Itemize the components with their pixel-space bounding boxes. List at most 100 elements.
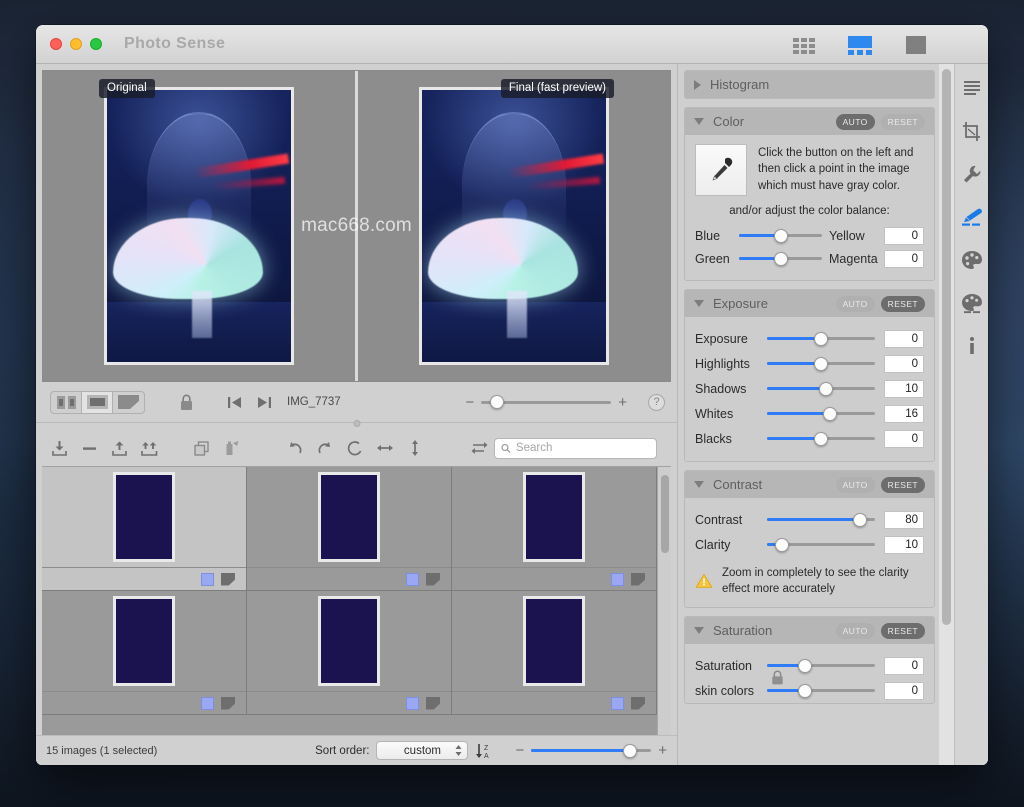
panel-scrollbar[interactable]: [939, 64, 954, 765]
highlights-value[interactable]: 0: [884, 354, 924, 373]
clarity-slider[interactable]: [767, 537, 875, 552]
previous-image-button[interactable]: [223, 391, 245, 413]
reset-transform-group: [464, 435, 494, 461]
saturation-auto-button[interactable]: AUTO: [835, 622, 875, 639]
whites-slider[interactable]: [767, 406, 875, 421]
thumb-zoom-out-button[interactable]: −: [515, 743, 524, 758]
exposure-auto-button[interactable]: AUTO: [835, 295, 875, 312]
eyedropper-button[interactable]: [695, 144, 747, 196]
palette-icon[interactable]: [960, 248, 984, 272]
highlights-slider[interactable]: [767, 356, 875, 371]
contrast-title: Contrast: [713, 477, 763, 492]
zoom-out-button[interactable]: −: [465, 395, 474, 410]
blue-yellow-value[interactable]: 0: [884, 226, 924, 245]
whites-value[interactable]: 16: [884, 404, 924, 423]
single-image-button[interactable]: [82, 391, 113, 413]
blacks-slider[interactable]: [767, 431, 875, 446]
levels-icon[interactable]: [960, 76, 984, 100]
palette-mix-icon[interactable]: [960, 291, 984, 315]
panel-scrollbar-thumb[interactable]: [942, 69, 951, 625]
contrast-auto-button[interactable]: AUTO: [835, 476, 875, 493]
panel-divider[interactable]: [36, 418, 677, 430]
search-field[interactable]: [494, 437, 657, 459]
preview-zoom-group: − +: [465, 395, 627, 410]
info-icon[interactable]: [960, 334, 984, 358]
saturation-reset-button[interactable]: RESET: [880, 622, 925, 639]
shadows-slider[interactable]: [767, 381, 875, 396]
flip-horizontal-icon[interactable]: [370, 435, 400, 461]
crop-icon[interactable]: [960, 119, 984, 143]
rotate-free-icon[interactable]: [340, 435, 370, 461]
import-icon[interactable]: [44, 435, 74, 461]
original-preview-pane[interactable]: Original: [43, 71, 355, 381]
exposure-reset-button[interactable]: RESET: [880, 295, 925, 312]
thumb-zoom-in-button[interactable]: +: [658, 743, 667, 758]
wrench-icon[interactable]: [960, 162, 984, 186]
saturation-header[interactable]: Saturation AUTO RESET: [685, 617, 934, 645]
balance-left-label: Blue: [695, 228, 721, 243]
contrast-value[interactable]: 80: [884, 510, 924, 529]
search-input[interactable]: [515, 442, 650, 454]
contrast-reset-button[interactable]: RESET: [880, 476, 925, 493]
grid-scrollbar-thumb[interactable]: [661, 475, 669, 553]
blacks-value[interactable]: 0: [884, 429, 924, 448]
histogram-header[interactable]: Histogram: [685, 71, 934, 98]
sort-descending-icon[interactable]: Z A: [475, 743, 492, 759]
skin-colors-slider[interactable]: [767, 683, 875, 698]
exposure-slider[interactable]: [767, 331, 875, 346]
saturation-value[interactable]: 0: [884, 656, 924, 675]
help-button[interactable]: ?: [648, 393, 665, 411]
flip-vertical-icon[interactable]: [400, 435, 430, 461]
control-row: Whites 16: [695, 401, 924, 426]
thumbnail-cell[interactable]: [42, 591, 247, 715]
side-by-side-button[interactable]: [51, 391, 82, 413]
sort-group: Sort order: custom Z A − +: [315, 741, 667, 760]
next-image-button[interactable]: [253, 391, 275, 413]
thumbnail-image: [113, 596, 175, 686]
rotate-right-icon[interactable]: [310, 435, 340, 461]
final-preview-pane[interactable]: Final (fast preview): [355, 71, 670, 381]
divider-handle[interactable]: [353, 420, 360, 427]
thumbnail-image: [113, 472, 175, 562]
exposure-header[interactable]: Exposure AUTO RESET: [685, 290, 934, 317]
copy-settings-icon[interactable]: [216, 435, 246, 461]
clarity-value[interactable]: 10: [884, 535, 924, 554]
remove-icon[interactable]: [74, 435, 104, 461]
zoom-button[interactable]: [90, 38, 102, 50]
color-header[interactable]: Color AUTO RESET: [685, 108, 934, 135]
contrast-slider[interactable]: [767, 512, 875, 527]
exposure-value[interactable]: 0: [884, 329, 924, 348]
grid-scrollbar[interactable]: [657, 467, 671, 735]
shadows-value[interactable]: 10: [884, 379, 924, 398]
blue-yellow-slider[interactable]: [739, 228, 822, 243]
thumbnail-cell[interactable]: [247, 591, 452, 715]
thumbnail-cell[interactable]: [452, 467, 657, 591]
reset-transform-icon[interactable]: [464, 435, 494, 461]
status-bar: 15 images (1 selected) Sort order: custo…: [36, 735, 677, 765]
grid-view-button[interactable]: [790, 34, 818, 56]
sort-order-select[interactable]: custom: [376, 741, 469, 760]
export-icon[interactable]: [104, 435, 134, 461]
corner-split-button[interactable]: [113, 392, 144, 413]
thumbnail-cell[interactable]: [42, 467, 247, 591]
contrast-header[interactable]: Contrast AUTO RESET: [685, 471, 934, 498]
preview-zoom-slider[interactable]: [481, 395, 612, 409]
thumbnail-zoom-slider[interactable]: [531, 743, 652, 758]
zoom-in-button[interactable]: +: [618, 395, 627, 410]
brush-icon[interactable]: [960, 205, 984, 229]
split-view-button[interactable]: [846, 34, 874, 56]
minimize-button[interactable]: [70, 38, 82, 50]
export-all-icon[interactable]: [134, 435, 164, 461]
color-reset-button[interactable]: RESET: [880, 113, 925, 130]
close-button[interactable]: [50, 38, 62, 50]
single-view-button[interactable]: [902, 34, 930, 56]
duplicate-icon[interactable]: [186, 435, 216, 461]
green-magenta-value[interactable]: 0: [884, 249, 924, 268]
lock-icon[interactable]: [175, 391, 197, 413]
skin-colors-value[interactable]: 0: [884, 681, 924, 700]
rotate-left-icon[interactable]: [280, 435, 310, 461]
green-magenta-slider[interactable]: [739, 251, 822, 266]
thumbnail-cell[interactable]: [452, 591, 657, 715]
color-auto-button[interactable]: AUTO: [835, 113, 875, 130]
thumbnail-cell[interactable]: [247, 467, 452, 591]
